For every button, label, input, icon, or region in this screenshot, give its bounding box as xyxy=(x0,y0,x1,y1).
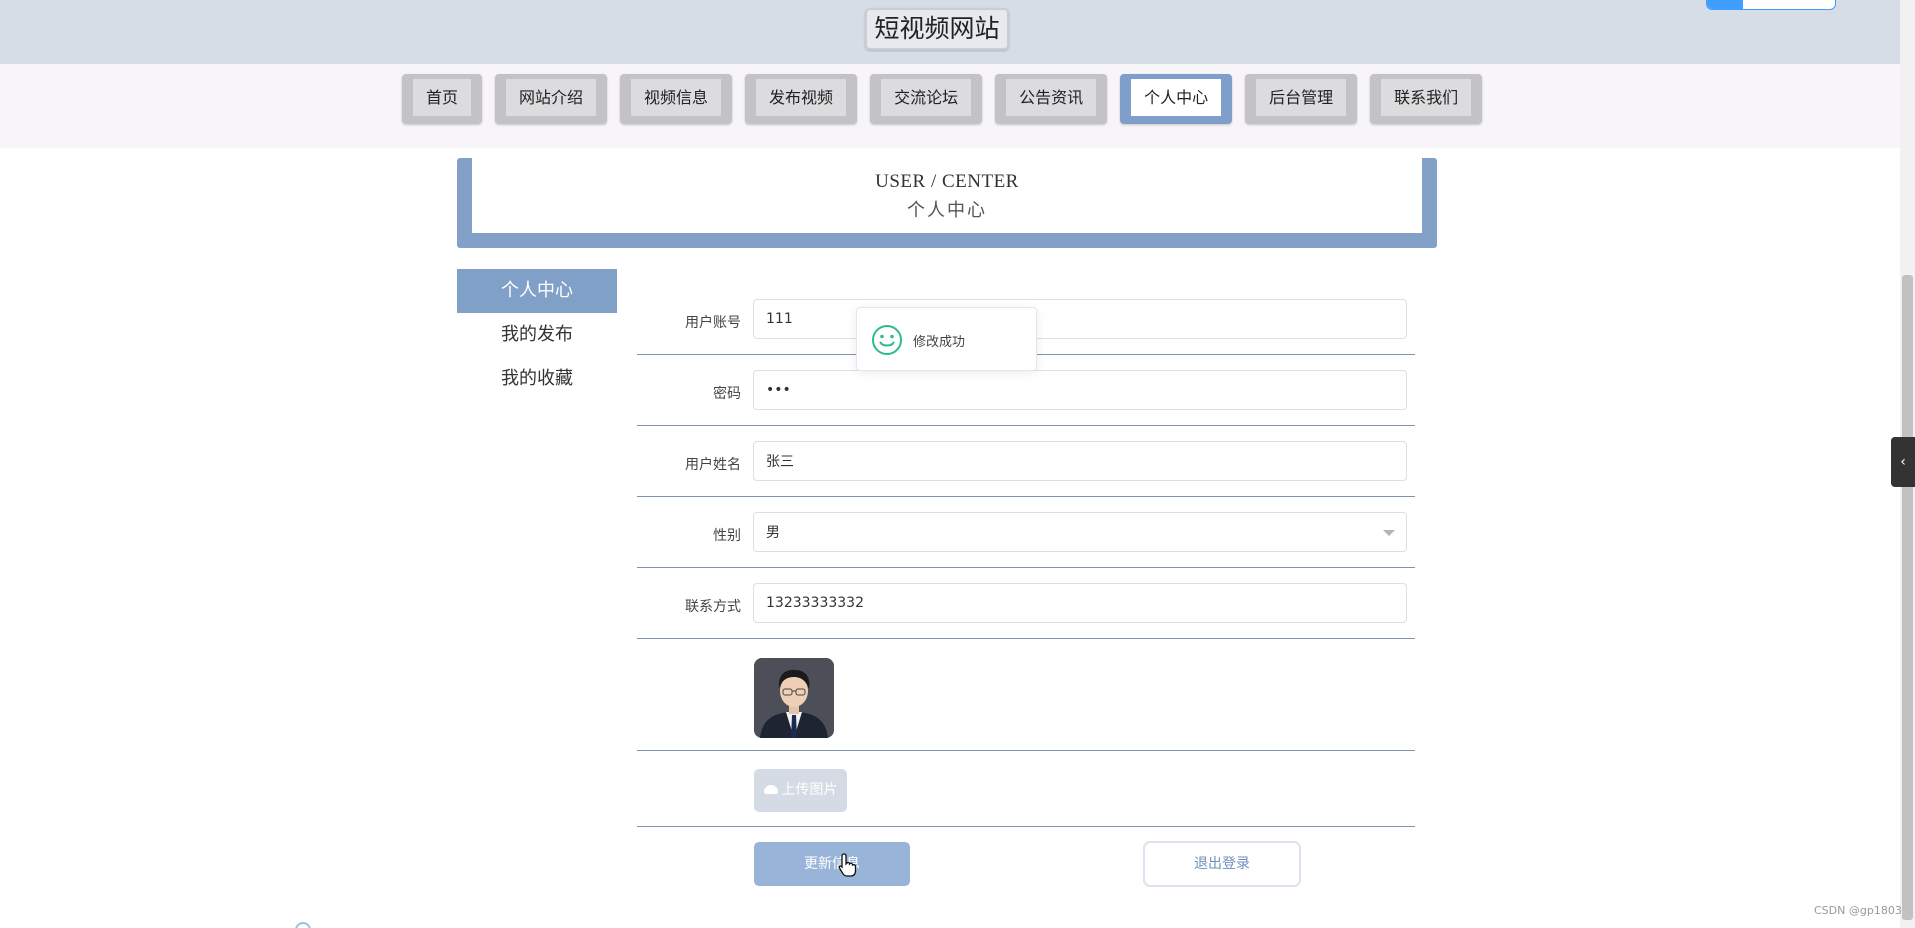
site-title: 短视频网站 xyxy=(865,8,1009,50)
nav-item-label: 个人中心 xyxy=(1131,79,1222,116)
account-input[interactable] xyxy=(753,299,1407,339)
form-row-gender: 性别 xyxy=(637,497,1415,568)
sidebar-item-my-posts[interactable]: 我的发布 xyxy=(457,313,617,357)
nav-item-publish-video[interactable]: 发布视频 xyxy=(745,74,858,124)
form-row-name: 用户姓名 xyxy=(637,426,1415,497)
upload-label: 上传图片 xyxy=(781,782,838,798)
nav-item-admin[interactable]: 后台管理 xyxy=(1245,74,1358,124)
form-row-upload: 上传图片 xyxy=(637,751,1415,827)
main-nav: 首页 网站介绍 视频信息 发布视频 交流论坛 公告资讯 个人中心 后台管理 联系… xyxy=(402,74,1483,126)
name-input[interactable] xyxy=(753,441,1407,481)
form-row-phone: 联系方式 xyxy=(637,568,1415,639)
banner-chinese-title: 个人中心 xyxy=(907,200,987,220)
nav-item-label: 联系我们 xyxy=(1381,79,1472,116)
nav-item-contact[interactable]: 联系我们 xyxy=(1370,74,1483,124)
update-info-button[interactable]: 更新信息 xyxy=(754,842,910,886)
sidebar-item-my-favorites[interactable]: 我的收藏 xyxy=(457,357,617,401)
site-header: 短视频网站 xyxy=(0,0,1900,64)
gender-select[interactable] xyxy=(753,512,1407,552)
password-input[interactable] xyxy=(753,370,1407,410)
hand-cursor-icon xyxy=(838,853,857,877)
phone-label: 联系方式 xyxy=(685,599,741,615)
banner-english-title: USER / CENTER xyxy=(875,171,1019,192)
success-toast: 修改成功 xyxy=(856,307,1037,371)
corner-widget-icon xyxy=(295,922,311,928)
collapse-panel-button[interactable]: ‹ xyxy=(1891,437,1915,487)
nav-item-label: 网站介绍 xyxy=(506,79,597,116)
upload-image-button[interactable]: 上传图片 xyxy=(754,769,847,812)
sidebar: 个人中心 我的发布 我的收藏 xyxy=(457,269,617,401)
avatar xyxy=(754,658,834,738)
page-banner: USER / CENTER 个人中心 xyxy=(457,158,1437,248)
nav-item-site-intro[interactable]: 网站介绍 xyxy=(495,74,608,124)
nav-item-video-info[interactable]: 视频信息 xyxy=(620,74,733,124)
form-row-photo xyxy=(637,639,1415,751)
nav-item-announcements[interactable]: 公告资讯 xyxy=(995,74,1108,124)
account-label: 用户账号 xyxy=(685,315,741,331)
user-icon xyxy=(1707,0,1743,9)
nav-item-label: 视频信息 xyxy=(631,79,722,116)
logout-button[interactable]: 退出登录 xyxy=(1143,841,1301,887)
gender-label: 性别 xyxy=(713,528,741,544)
sidebar-item-user-center[interactable]: 个人中心 xyxy=(457,269,617,313)
password-label: 密码 xyxy=(713,386,741,402)
nav-item-label: 首页 xyxy=(413,79,472,116)
smile-icon xyxy=(872,325,902,355)
nav-item-user-center[interactable]: 个人中心 xyxy=(1120,74,1233,124)
cloud-upload-icon xyxy=(763,784,778,794)
nav-item-label: 交流论坛 xyxy=(881,79,972,116)
chevron-left-icon: ‹ xyxy=(1900,454,1906,470)
nav-item-label: 后台管理 xyxy=(1256,79,1347,116)
top-right-control[interactable] xyxy=(1706,0,1836,10)
watermark: CSDN @gp1803 xyxy=(1814,904,1902,917)
nav-item-home[interactable]: 首页 xyxy=(402,74,483,124)
nav-item-label: 公告资讯 xyxy=(1006,79,1097,116)
nav-item-label: 发布视频 xyxy=(756,79,847,116)
banner-inner: USER / CENTER 个人中心 xyxy=(472,158,1422,233)
phone-input[interactable] xyxy=(753,583,1407,623)
name-label: 用户姓名 xyxy=(685,457,741,473)
toast-message: 修改成功 xyxy=(913,335,966,350)
chevron-down-icon xyxy=(1383,530,1395,536)
nav-item-forum[interactable]: 交流论坛 xyxy=(870,74,983,124)
scrollbar-thumb[interactable] xyxy=(1902,275,1913,920)
